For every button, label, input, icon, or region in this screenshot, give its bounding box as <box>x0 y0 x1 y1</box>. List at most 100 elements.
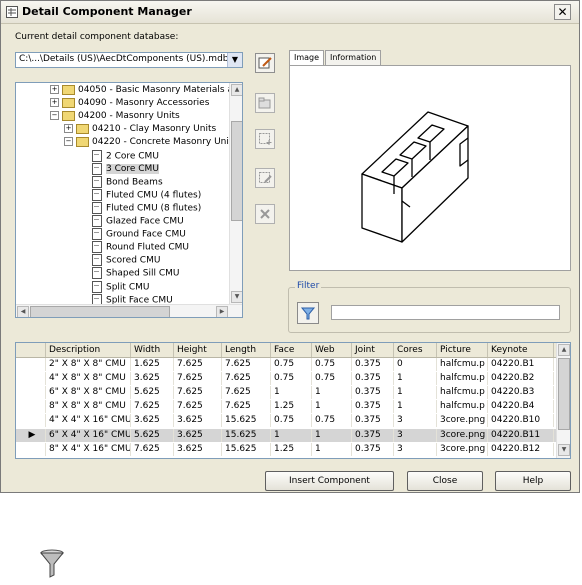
table-row[interactable]: 8" X 8" X 8" CMU 7.625 7.625 7.625 1.25 1 0.37… <box>16 400 556 414</box>
tree-folder-item[interactable]: +04210 - Clay Masonry Units <box>64 123 216 136</box>
tree-hscroll-thumb[interactable] <box>30 306 170 317</box>
column-header[interactable]: Keynote <box>488 343 554 357</box>
scroll-down-icon[interactable]: ▼ <box>558 444 570 456</box>
table-cell: 1 <box>394 372 437 386</box>
table-row[interactable]: 4" X 4" X 16" CMU 3.625 3.625 15.625 0.75 0.7… <box>16 414 556 428</box>
expand-icon[interactable]: + <box>64 124 73 134</box>
scroll-right-icon[interactable]: ▶ <box>216 306 228 317</box>
table-vertical-scrollbar[interactable]: ▲ ▼ <box>556 343 570 458</box>
tree-component-item[interactable]: Bond Beams <box>92 175 163 189</box>
insert-component-button[interactable]: Insert Component <box>265 471 394 491</box>
tree-component-item[interactable]: 2 Core CMU <box>92 149 159 163</box>
edit-database-icon[interactable] <box>255 53 275 73</box>
row-selector[interactable] <box>16 372 46 386</box>
tree-item-label: Fluted CMU (4 flutes) <box>106 190 202 201</box>
table-row[interactable]: 2" X 8" X 8" CMU 1.625 7.625 7.625 0.75 0.75 0… <box>16 358 556 371</box>
chevron-down-icon[interactable]: ▼ <box>227 53 242 67</box>
filter-label: Filter <box>295 281 322 291</box>
scroll-up-icon[interactable]: ▲ <box>231 84 242 96</box>
table-cell: 8" X 8" X 8" CMU <box>46 400 131 414</box>
column-header[interactable]: Picture <box>437 343 488 357</box>
tree-scroll-thumb[interactable] <box>231 121 242 221</box>
table-cell: 04220.B4 <box>488 400 554 414</box>
row-header-corner <box>16 343 46 357</box>
tree-component-item[interactable]: Fluted CMU (4 flutes) <box>92 188 202 202</box>
collapse-icon[interactable]: − <box>50 111 59 121</box>
table-cell: 3.625 <box>131 372 174 386</box>
component-tree[interactable]: +04050 - Basic Masonry Materials and +040… <box>15 82 243 318</box>
new-component-icon[interactable] <box>255 129 275 149</box>
row-selector[interactable] <box>16 442 46 456</box>
table-cell: 0.75 <box>312 358 352 371</box>
close-button[interactable]: Close <box>407 471 483 491</box>
table-cell: halfcmu.p <box>437 358 488 371</box>
expand-icon[interactable]: + <box>50 85 59 94</box>
delete-icon[interactable] <box>255 204 275 224</box>
column-header[interactable]: Width <box>131 343 174 357</box>
row-selector[interactable] <box>16 386 46 400</box>
column-header[interactable]: Description <box>46 343 131 357</box>
scroll-down-icon[interactable]: ▼ <box>231 291 242 303</box>
help-button[interactable]: Help <box>495 471 571 491</box>
table-cell: 6" X 4" X 16" CMU <box>46 428 131 442</box>
row-selector[interactable]: ▶ <box>16 428 46 442</box>
collapse-icon[interactable]: − <box>64 137 73 147</box>
dialog-window: Detail Component Manager ✕ Current detai… <box>0 0 580 493</box>
tree-component-item[interactable]: Shaped Sill CMU <box>92 267 179 280</box>
tree-vertical-scrollbar[interactable]: ▲ ▼ <box>229 83 242 304</box>
close-window-button[interactable]: ✕ <box>554 4 571 20</box>
tree-component-item[interactable]: Split CMU <box>92 280 149 294</box>
table-cell: 1 <box>312 400 352 414</box>
column-header[interactable]: Length <box>222 343 271 357</box>
table-cell: halfcmu.p <box>437 400 488 414</box>
tree-folder-item[interactable]: +04090 - Masonry Accessories <box>50 97 209 110</box>
row-selector[interactable] <box>16 400 46 414</box>
filter-input[interactable] <box>331 305 560 320</box>
tree-item-label: Ground Face CMU <box>106 229 186 240</box>
tree-folder-item[interactable]: − 04220 - Concrete Masonry Units <box>64 136 237 149</box>
tree-component-item[interactable]: Glazed Face CMU <box>92 215 184 228</box>
tree-component-item[interactable]: Round Fluted CMU <box>92 241 189 254</box>
scroll-up-icon[interactable]: ▲ <box>558 344 570 356</box>
tab-image[interactable]: Image <box>289 50 325 65</box>
column-header[interactable]: Cores <box>394 343 437 357</box>
table-cell: 7.625 <box>222 400 271 414</box>
table-cell: 0.375 <box>352 372 394 386</box>
component-icon <box>92 280 102 293</box>
edit-component-icon[interactable] <box>255 168 275 188</box>
new-group-icon[interactable] <box>255 93 275 113</box>
table-row[interactable]: 8" X 4" X 16" CMU 7.625 3.625 15.625 1.25 1 0.… <box>16 442 556 456</box>
database-dropdown[interactable]: C:\...\Details (US)\AecDtComponents (US)… <box>15 52 243 68</box>
expand-icon[interactable]: + <box>50 98 59 108</box>
table-cell: 1 <box>312 386 352 400</box>
tab-information[interactable]: Information <box>325 50 382 65</box>
table-cell: 7.625 <box>174 358 222 371</box>
tree-folder-item[interactable]: − 04200 - Masonry Units <box>50 110 180 123</box>
tree-horizontal-scrollbar[interactable]: ◀ ▶ <box>16 304 242 317</box>
table-scroll-thumb[interactable] <box>558 358 570 430</box>
row-selector[interactable] <box>16 358 46 371</box>
table-cell: 3.625 <box>131 414 174 428</box>
column-header[interactable]: Web <box>312 343 352 357</box>
tree-component-item[interactable]: Scored CMU <box>92 254 160 267</box>
column-header[interactable]: Face <box>271 343 312 357</box>
component-icon <box>92 188 102 201</box>
window-app-icon <box>6 6 18 18</box>
table-row[interactable]: 6" X 8" X 8" CMU 5.625 7.625 7.625 1 1 0.375 1 h… <box>16 386 556 400</box>
table-cell: 1 <box>394 400 437 414</box>
table-cell: 0.75 <box>271 358 312 371</box>
tree-folder-item[interactable]: +04050 - Basic Masonry Materials and <box>50 84 242 97</box>
table-row[interactable]: ▶ 6" X 4" X 16" CMU 5.625 3.625 15.625 1 1 0.37… <box>16 428 556 442</box>
table-cell: 15.625 <box>222 414 271 428</box>
tree-component-item[interactable]: Fluted CMU (8 flutes) <box>92 201 201 215</box>
filter-button[interactable] <box>297 302 319 324</box>
column-header[interactable]: Joint <box>352 343 394 357</box>
tree-component-item[interactable]: Ground Face CMU <box>92 228 186 241</box>
table-row[interactable]: 4" X 8" X 8" CMU 3.625 7.625 7.625 0.75 0.75 0… <box>16 372 556 386</box>
tree-component-item[interactable]: 3 Core CMU <box>92 162 159 176</box>
column-header[interactable]: Height <box>174 343 222 357</box>
component-table[interactable]: Description Width Height Length Face Web Joint… <box>15 342 571 459</box>
component-icon <box>92 254 102 267</box>
scroll-left-icon[interactable]: ◀ <box>17 306 29 317</box>
row-selector[interactable] <box>16 414 46 428</box>
